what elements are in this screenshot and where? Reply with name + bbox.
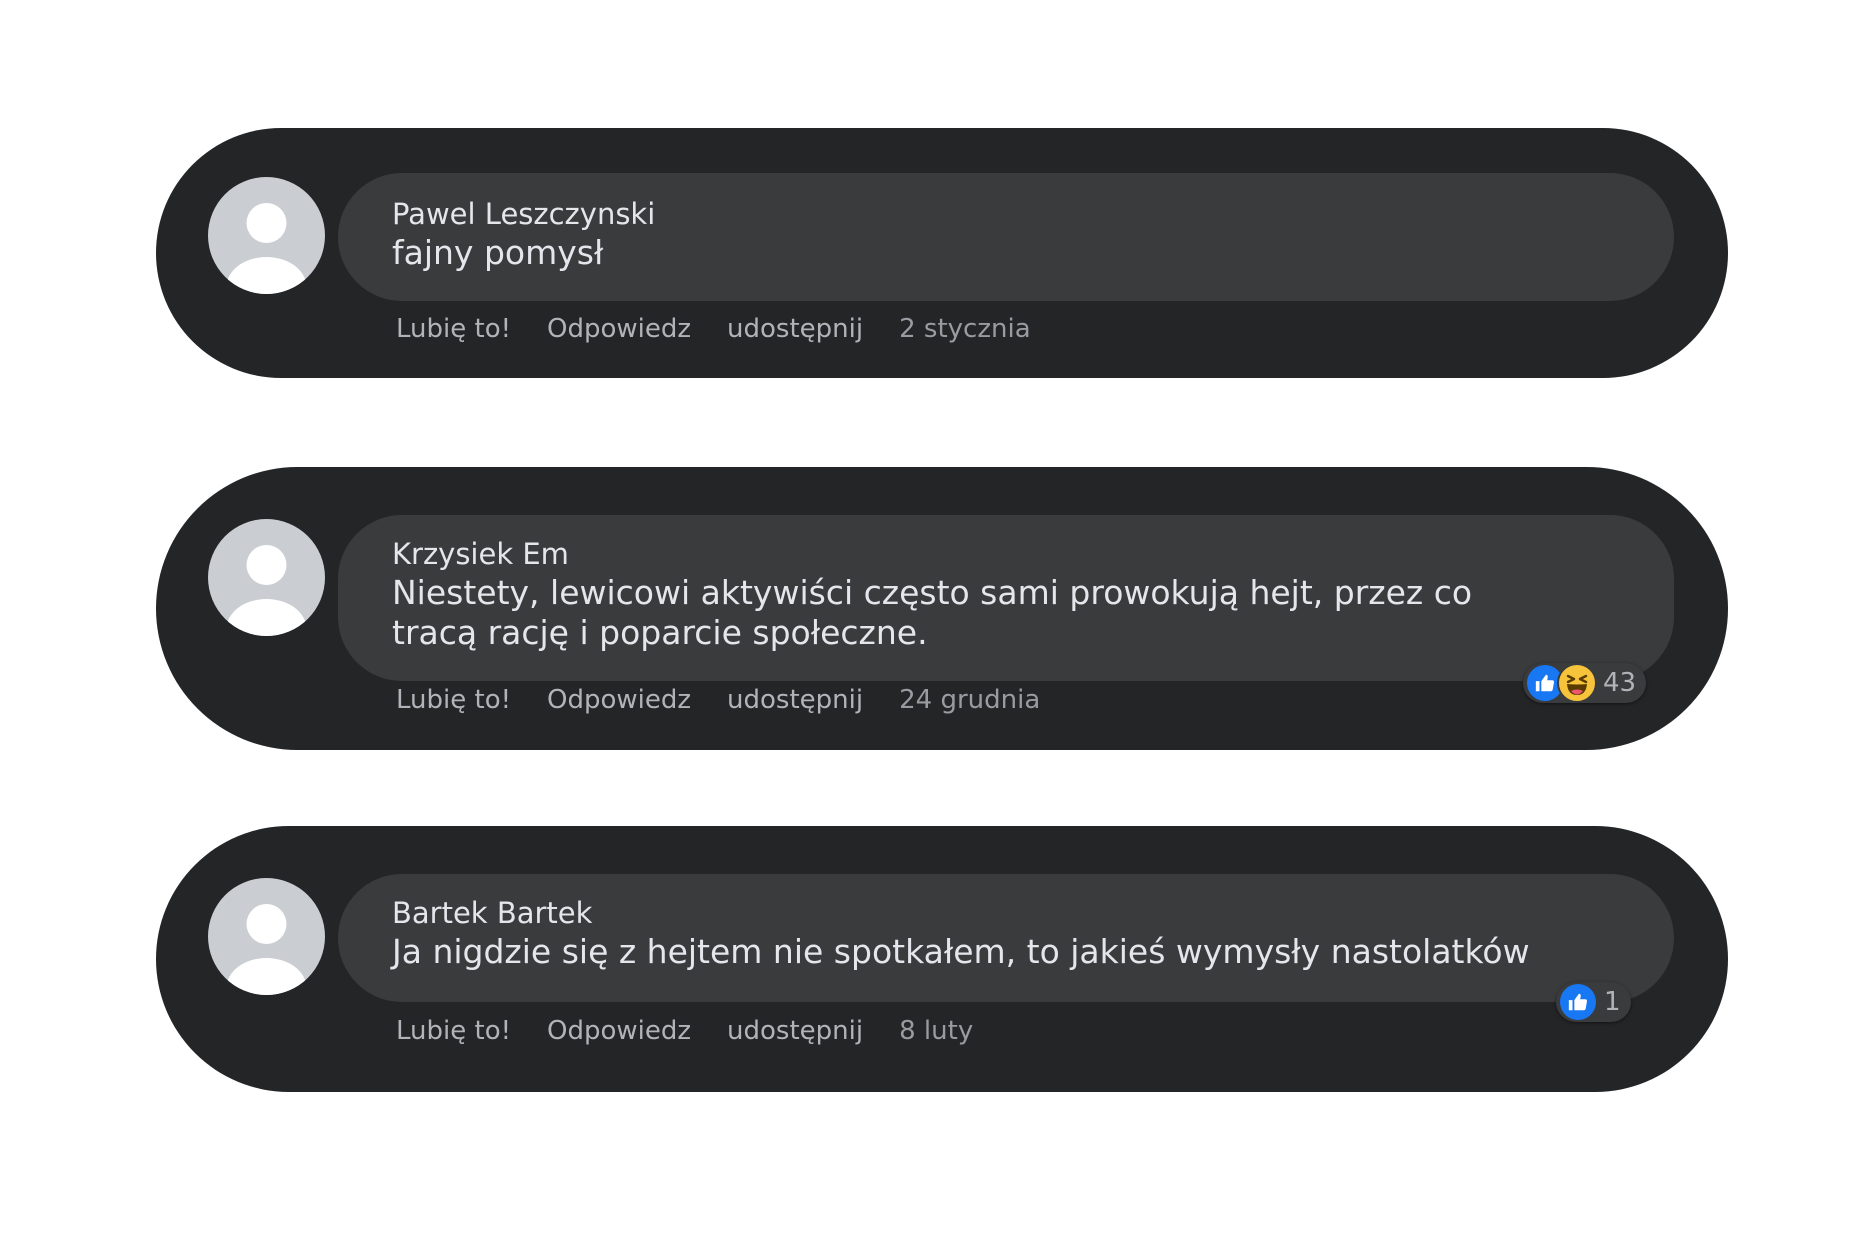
like-icon — [1558, 982, 1598, 1022]
comment-bubble: Pawel Leszczynski fajny pomysł — [338, 173, 1674, 301]
avatar[interactable] — [208, 878, 325, 995]
comment-bubble: Krzysiek Em Niestety, lewicowi aktywiści… — [338, 515, 1674, 681]
share-link[interactable]: udostępnij — [727, 685, 863, 715]
share-link[interactable]: udostępnij — [727, 314, 863, 344]
comment-text: fajny pomysł — [392, 233, 604, 272]
comment-author[interactable]: Pawel Leszczynski — [392, 195, 1564, 233]
avatar[interactable] — [208, 519, 325, 636]
reactions-summary[interactable]: 43 — [1523, 663, 1647, 703]
reply-link[interactable]: Odpowiedz — [547, 685, 691, 715]
share-link[interactable]: udostępnij — [727, 1016, 863, 1046]
comment-author[interactable]: Bartek Bartek — [392, 894, 1564, 932]
comment-card: Pawel Leszczynski fajny pomysł Lubię to!… — [156, 128, 1728, 378]
reactions-summary[interactable]: 1 — [1556, 982, 1631, 1022]
like-link[interactable]: Lubię to! — [396, 314, 511, 344]
reply-link[interactable]: Odpowiedz — [547, 314, 691, 344]
like-link[interactable]: Lubię to! — [396, 1016, 511, 1046]
like-link[interactable]: Lubię to! — [396, 685, 511, 715]
default-avatar-icon — [226, 904, 307, 995]
comment-date[interactable]: 2 stycznia — [899, 314, 1031, 344]
comment-date[interactable]: 24 grudnia — [899, 685, 1040, 715]
reply-link[interactable]: Odpowiedz — [547, 1016, 691, 1046]
default-avatar-icon — [226, 545, 307, 636]
reaction-count: 43 — [1603, 668, 1637, 698]
comment-date[interactable]: 8 luty — [899, 1016, 973, 1046]
haha-icon — [1557, 663, 1597, 703]
avatar[interactable] — [208, 177, 325, 294]
comment-text: Ja nigdzie się z hejtem nie spotkałem, t… — [392, 932, 1530, 971]
default-avatar-icon — [226, 203, 307, 294]
reaction-count: 1 — [1604, 987, 1621, 1017]
comment-actions: Lubię to! Odpowiedz udostępnij 8 luty — [396, 1016, 973, 1046]
comment-actions: Lubię to! Odpowiedz udostępnij 2 styczni… — [396, 314, 1031, 344]
comment-text: Niestety, lewicowi aktywiści często sami… — [392, 573, 1473, 652]
comment-card: Krzysiek Em Niestety, lewicowi aktywiści… — [156, 467, 1728, 750]
comment-card: Bartek Bartek Ja nigdzie się z hejtem ni… — [156, 826, 1728, 1092]
comments-panel: Pawel Leszczynski fajny pomysł Lubię to!… — [0, 0, 1875, 1250]
comment-author[interactable]: Krzysiek Em — [392, 535, 1564, 573]
comment-actions: Lubię to! Odpowiedz udostępnij 24 grudni… — [396, 685, 1040, 715]
comment-bubble: Bartek Bartek Ja nigdzie się z hejtem ni… — [338, 874, 1674, 1002]
